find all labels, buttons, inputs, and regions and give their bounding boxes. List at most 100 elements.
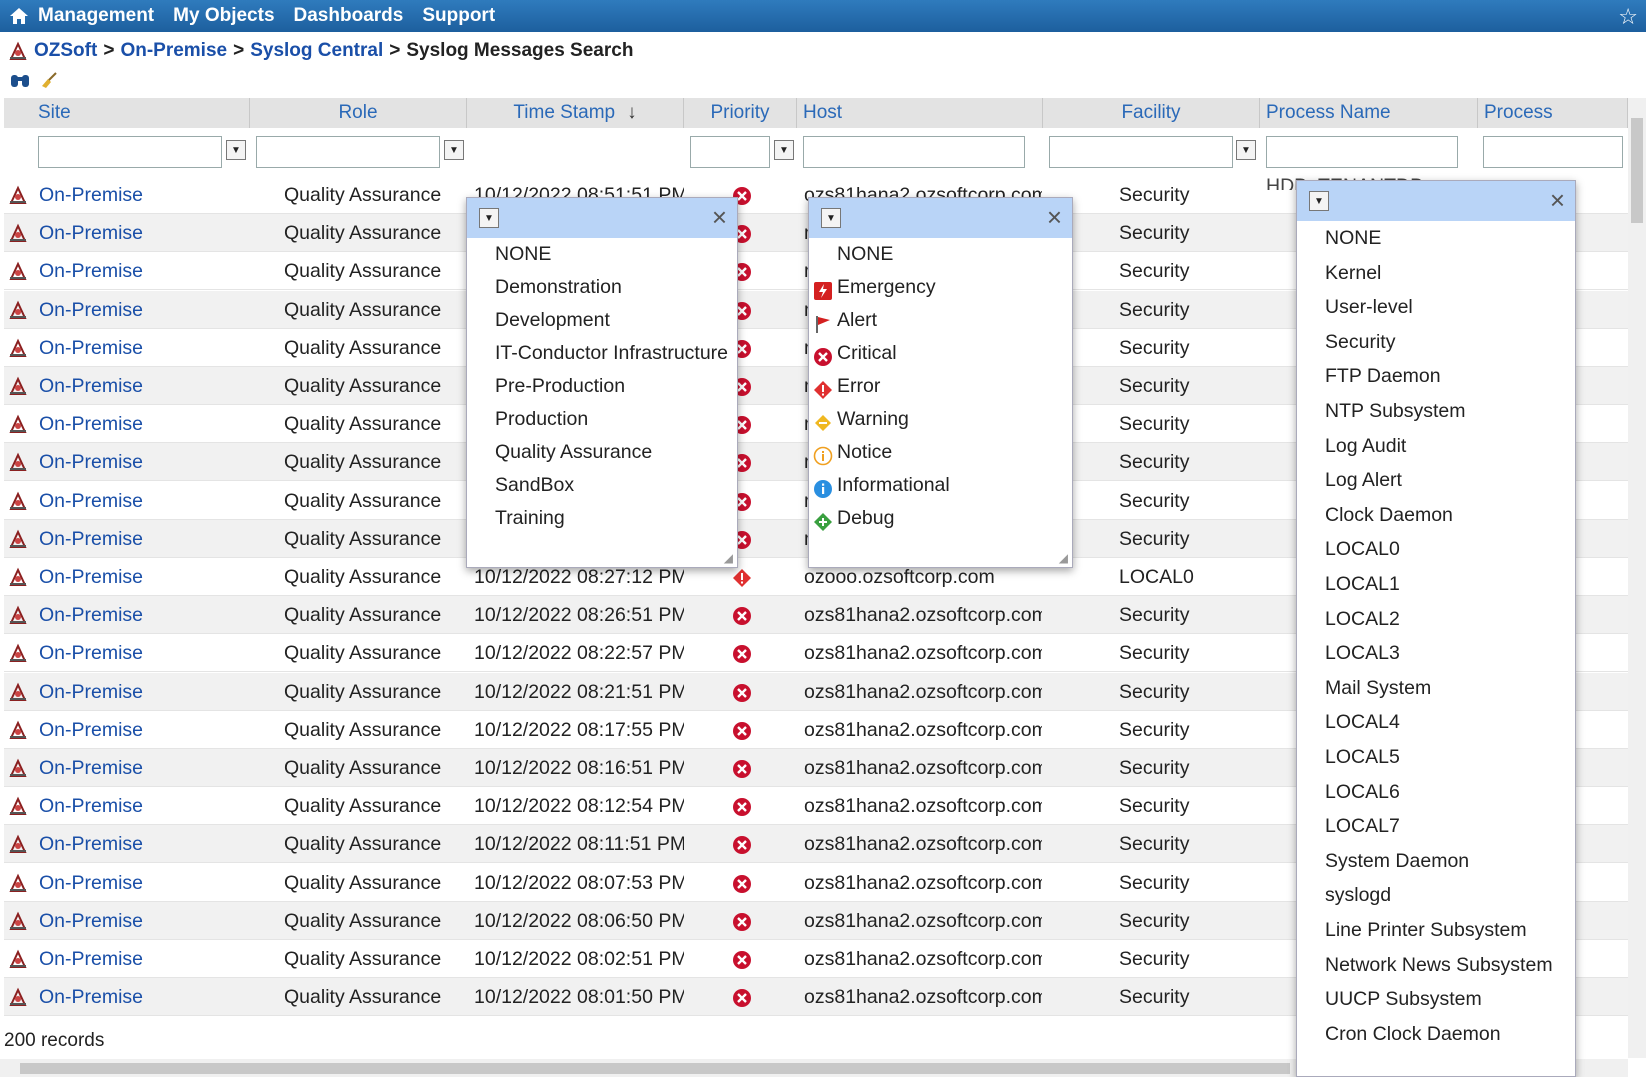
facility-option[interactable]: Log Audit bbox=[1297, 429, 1575, 464]
site-link[interactable]: On-Premise bbox=[39, 405, 249, 445]
clear-broom-icon[interactable] bbox=[40, 71, 58, 89]
facility-option[interactable]: LOCAL5 bbox=[1297, 740, 1575, 775]
facility-option[interactable]: Kernel bbox=[1297, 256, 1575, 291]
site-link[interactable]: On-Premise bbox=[39, 558, 249, 598]
role-popup-collapse-icon[interactable]: ▼ bbox=[479, 208, 499, 228]
role-option[interactable]: Production bbox=[467, 403, 737, 436]
site-link[interactable]: On-Premise bbox=[39, 902, 249, 942]
facility-option[interactable]: Mail System bbox=[1297, 671, 1575, 706]
site-link[interactable]: On-Premise bbox=[39, 329, 249, 369]
facility-option[interactable]: LOCAL4 bbox=[1297, 705, 1575, 740]
facility-option[interactable]: LOCAL2 bbox=[1297, 602, 1575, 637]
binoculars-icon[interactable] bbox=[10, 71, 30, 89]
col-header-process[interactable]: Process bbox=[1478, 98, 1628, 128]
col-header-process-name[interactable]: Process Name bbox=[1260, 98, 1478, 128]
site-link[interactable]: On-Premise bbox=[39, 291, 249, 331]
facility-filter-input[interactable] bbox=[1049, 136, 1233, 168]
facility-option[interactable]: syslogd bbox=[1297, 878, 1575, 913]
breadcrumb-syslog-central[interactable]: Syslog Central bbox=[250, 40, 383, 62]
site-link[interactable]: On-Premise bbox=[39, 864, 249, 904]
vertical-scrollbar[interactable] bbox=[1628, 98, 1646, 1058]
favorite-star-icon[interactable]: ☆ bbox=[1618, 4, 1638, 30]
process-filter-input[interactable] bbox=[1483, 136, 1623, 168]
breadcrumb-ozsoft[interactable]: OZSoft bbox=[34, 40, 97, 62]
facility-filter-dropdown-icon[interactable]: ▼ bbox=[1236, 140, 1256, 160]
nav-dashboards[interactable]: Dashboards bbox=[294, 5, 404, 27]
col-header-site[interactable]: Site bbox=[4, 98, 250, 128]
role-option[interactable]: Pre-Production bbox=[467, 370, 737, 403]
priority-option[interactable]: NONE bbox=[809, 238, 1072, 271]
nav-my-objects[interactable]: My Objects bbox=[173, 5, 274, 27]
role-option[interactable]: NONE bbox=[467, 238, 737, 271]
nav-management[interactable]: Management bbox=[38, 5, 154, 27]
priority-option[interactable]: Warning bbox=[809, 403, 1072, 436]
facility-option[interactable]: Network News Subsystem bbox=[1297, 947, 1575, 982]
facility-option[interactable]: NTP Subsystem bbox=[1297, 394, 1575, 429]
facility-option[interactable]: FTP Daemon bbox=[1297, 359, 1575, 394]
col-header-time-stamp[interactable]: Time Stamp ↓ bbox=[467, 98, 684, 128]
priority-option[interactable]: Notice bbox=[809, 436, 1072, 469]
site-link[interactable]: On-Premise bbox=[39, 520, 249, 560]
priority-option[interactable]: Critical bbox=[809, 337, 1072, 370]
role-option[interactable]: IT-Conductor Infrastructure bbox=[467, 337, 737, 370]
site-link[interactable]: On-Premise bbox=[39, 749, 249, 789]
facility-popup-collapse-icon[interactable]: ▼ bbox=[1309, 191, 1329, 211]
facility-option[interactable]: Line Printer Subsystem bbox=[1297, 913, 1575, 948]
site-link[interactable]: On-Premise bbox=[39, 596, 249, 636]
site-link[interactable]: On-Premise bbox=[39, 443, 249, 483]
priority-option[interactable]: Debug bbox=[809, 502, 1072, 535]
role-option[interactable]: SandBox bbox=[467, 469, 737, 502]
role-option[interactable]: Quality Assurance bbox=[467, 436, 737, 469]
priority-filter-dropdown-icon[interactable]: ▼ bbox=[774, 140, 794, 160]
facility-option[interactable]: UUCP Subsystem bbox=[1297, 982, 1575, 1017]
site-link[interactable]: On-Premise bbox=[39, 940, 249, 980]
role-option[interactable]: Demonstration bbox=[467, 271, 737, 304]
col-header-priority[interactable]: Priority bbox=[684, 98, 797, 128]
role-filter-input[interactable] bbox=[256, 136, 440, 168]
nav-support[interactable]: Support bbox=[422, 5, 495, 27]
breadcrumb-on-premise[interactable]: On-Premise bbox=[120, 40, 227, 62]
facility-option[interactable]: LOCAL7 bbox=[1297, 809, 1575, 844]
site-link[interactable]: On-Premise bbox=[39, 176, 249, 216]
resize-grip-icon[interactable]: ◢ bbox=[1059, 551, 1068, 565]
priority-option[interactable]: Emergency bbox=[809, 271, 1072, 304]
facility-option[interactable]: Clock Daemon bbox=[1297, 498, 1575, 533]
close-icon[interactable]: × bbox=[1047, 202, 1062, 233]
site-link[interactable]: On-Premise bbox=[39, 673, 249, 713]
role-option[interactable]: Development bbox=[467, 304, 737, 337]
site-link[interactable]: On-Premise bbox=[39, 825, 249, 865]
priority-filter-input[interactable] bbox=[690, 136, 770, 168]
site-link[interactable]: On-Premise bbox=[39, 634, 249, 674]
role-filter-dropdown-icon[interactable]: ▼ bbox=[444, 140, 464, 160]
site-link[interactable]: On-Premise bbox=[39, 214, 249, 254]
site-link[interactable]: On-Premise bbox=[39, 711, 249, 751]
facility-option[interactable]: LOCAL3 bbox=[1297, 636, 1575, 671]
facility-option[interactable]: System Daemon bbox=[1297, 844, 1575, 879]
site-link[interactable]: On-Premise bbox=[39, 978, 249, 1018]
col-header-role[interactable]: Role bbox=[250, 98, 467, 128]
facility-option[interactable]: User-level bbox=[1297, 290, 1575, 325]
site-link[interactable]: On-Premise bbox=[39, 482, 249, 522]
facility-option[interactable]: Security bbox=[1297, 325, 1575, 360]
priority-option[interactable]: Informational bbox=[809, 469, 1072, 502]
priority-popup-collapse-icon[interactable]: ▼ bbox=[821, 208, 841, 228]
host-filter-input[interactable] bbox=[803, 136, 1025, 168]
site-link[interactable]: On-Premise bbox=[39, 367, 249, 407]
col-header-host[interactable]: Host bbox=[797, 98, 1043, 128]
site-link[interactable]: On-Premise bbox=[39, 252, 249, 292]
process-name-filter-input[interactable] bbox=[1266, 136, 1458, 168]
home-icon[interactable] bbox=[0, 0, 38, 32]
facility-option[interactable]: Cron Clock Daemon bbox=[1297, 1017, 1575, 1052]
priority-option[interactable]: Alert bbox=[809, 304, 1072, 337]
facility-option[interactable]: LOCAL6 bbox=[1297, 775, 1575, 810]
close-icon[interactable]: × bbox=[1550, 185, 1565, 216]
site-filter-dropdown-icon[interactable]: ▼ bbox=[226, 140, 246, 160]
facility-option[interactable]: LOCAL0 bbox=[1297, 532, 1575, 567]
close-icon[interactable]: × bbox=[712, 202, 727, 233]
priority-option[interactable]: Error bbox=[809, 370, 1072, 403]
facility-option[interactable]: LOCAL1 bbox=[1297, 567, 1575, 602]
resize-grip-icon[interactable]: ◢ bbox=[724, 551, 733, 565]
facility-option[interactable]: NONE bbox=[1297, 221, 1575, 256]
site-filter-input[interactable] bbox=[38, 136, 222, 168]
col-header-facility[interactable]: Facility bbox=[1043, 98, 1260, 128]
